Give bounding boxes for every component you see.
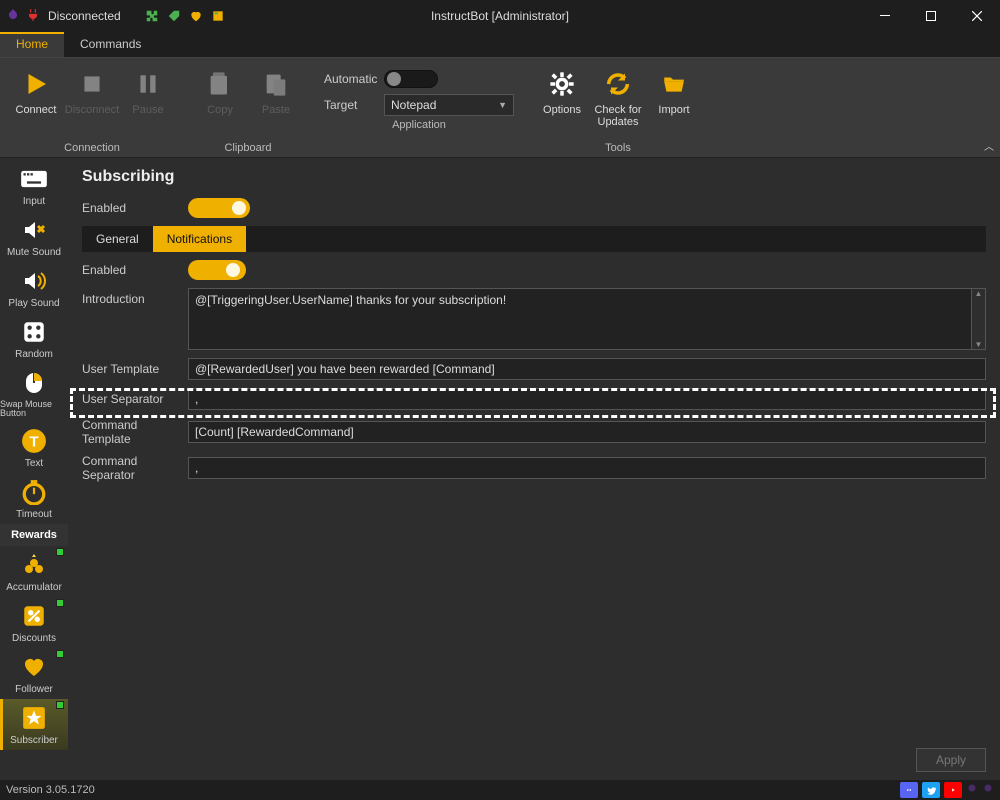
pause-button: Pause (120, 62, 176, 116)
play-icon (21, 66, 51, 102)
sidebar-item-subscriber[interactable]: Subscriber (0, 699, 68, 750)
percent-icon (21, 601, 47, 631)
command-template-input[interactable] (188, 421, 986, 443)
command-separator-label: Command Separator (82, 454, 188, 482)
target-value: Notepad (391, 98, 436, 112)
group-connection-label: Connection (64, 139, 120, 157)
sidebar-item-accumulator[interactable]: Accumulator (0, 546, 68, 597)
puzzle-green-icon[interactable] (145, 9, 159, 23)
paste-icon (262, 66, 290, 102)
sound-icon (20, 266, 48, 296)
inner-tabs: General Notifications (82, 226, 986, 252)
status-indicator-icon (56, 650, 64, 658)
connect-button[interactable]: Connect (8, 62, 64, 116)
text-icon: T (21, 426, 47, 456)
heart-icon (21, 652, 47, 682)
ribbon: Connect Disconnect Pause Connection Copy… (0, 58, 1000, 158)
menu-tabs: Home Commands (0, 32, 1000, 58)
sidebar-item-text[interactable]: T Text (0, 422, 68, 473)
svg-text:T: T (29, 433, 39, 450)
twitter-icon[interactable] (922, 782, 940, 798)
disconnect-button: Disconnect (64, 62, 120, 116)
automatic-label: Automatic (324, 72, 384, 86)
tab-commands[interactable]: Commands (64, 32, 157, 57)
status-indicator-icon (56, 599, 64, 607)
command-template-label: Command Template (82, 418, 188, 446)
maximize-button[interactable] (908, 0, 954, 32)
options-button[interactable]: Options (534, 62, 590, 116)
group-clipboard-label: Clipboard (224, 139, 271, 157)
user-separator-label: User Separator (82, 392, 188, 406)
scrollbar[interactable]: ▲▼ (972, 288, 986, 350)
content-area: Subscribing Enabled General Notification… (68, 158, 1000, 780)
status-indicator-icon (56, 701, 64, 709)
sidebar-item-timeout[interactable]: Timeout (0, 473, 68, 524)
check-updates-button[interactable]: Check for Updates (590, 62, 646, 128)
pause-icon (135, 66, 161, 102)
group-tools-label: Tools (605, 139, 631, 157)
sidebar-item-input[interactable]: Input (0, 160, 68, 211)
tab-general[interactable]: General (82, 226, 153, 252)
status-indicator-icon (56, 548, 64, 556)
import-button[interactable]: Import (646, 62, 702, 116)
plug-icon (26, 8, 40, 25)
connection-status: Disconnected (48, 9, 121, 23)
sidebar-item-discounts[interactable]: Discounts (0, 597, 68, 648)
sidebar: Input Mute Sound Play Sound Random Swap … (0, 158, 68, 780)
introduction-input[interactable] (188, 288, 972, 350)
heart-yellow-icon[interactable] (189, 9, 203, 23)
command-separator-input[interactable] (188, 457, 986, 479)
gear-icon (548, 66, 576, 102)
apply-button[interactable]: Apply (916, 748, 986, 772)
target-select[interactable]: Notepad ▼ (384, 94, 514, 116)
subscribing-enabled-toggle[interactable] (188, 198, 250, 218)
automatic-toggle[interactable] (384, 70, 438, 88)
sidebar-item-follower[interactable]: Follower (0, 648, 68, 699)
keyboard-icon (20, 164, 48, 194)
app-small-icon[interactable] (982, 782, 994, 798)
enabled-label: Enabled (82, 201, 188, 215)
youtube-icon[interactable] (944, 782, 962, 798)
target-label: Target (324, 98, 384, 112)
mouse-icon (22, 368, 46, 398)
user-separator-input[interactable] (188, 388, 986, 410)
stopwatch-icon (21, 477, 47, 507)
dice-icon (21, 317, 47, 347)
page-title: Subscribing (82, 168, 986, 186)
sidebar-item-play-sound[interactable]: Play Sound (0, 262, 68, 313)
close-button[interactable] (954, 0, 1000, 32)
app-small-icon[interactable] (966, 782, 978, 798)
title-bar: Disconnected InstructBot [Administrator] (0, 0, 1000, 32)
discord-icon[interactable] (900, 782, 918, 798)
note-yellow-icon[interactable] (211, 9, 225, 23)
crowd-icon (20, 550, 48, 580)
sidebar-item-swap-mouse[interactable]: Swap Mouse Button (0, 364, 68, 422)
folder-icon (659, 66, 689, 102)
tag-green-icon[interactable] (167, 9, 181, 23)
user-template-label: User Template (82, 362, 188, 376)
copy-icon (206, 66, 234, 102)
tab-home[interactable]: Home (0, 32, 64, 57)
minimize-button[interactable] (862, 0, 908, 32)
paste-button: Paste (248, 62, 304, 116)
sidebar-item-random[interactable]: Random (0, 313, 68, 364)
chevron-down-icon: ▼ (498, 100, 507, 110)
introduction-label: Introduction (82, 288, 188, 306)
star-icon (21, 703, 47, 733)
sidebar-section-rewards[interactable]: Rewards (0, 524, 68, 546)
stop-icon (79, 66, 105, 102)
group-application-label: Application (392, 116, 446, 134)
ribbon-collapse-button[interactable]: ︿ (984, 138, 994, 153)
user-template-input[interactable] (188, 358, 986, 380)
refresh-icon (604, 66, 632, 102)
mute-icon (20, 215, 48, 245)
tab-notifications[interactable]: Notifications (153, 226, 246, 252)
app-icon (6, 8, 20, 25)
version-label: Version 3.05.1720 (6, 784, 95, 796)
sidebar-item-mute-sound[interactable]: Mute Sound (0, 211, 68, 262)
status-bar: Version 3.05.1720 (0, 780, 1000, 800)
copy-button: Copy (192, 62, 248, 116)
notifications-enabled-label: Enabled (82, 263, 188, 277)
notifications-enabled-toggle[interactable] (188, 260, 246, 280)
